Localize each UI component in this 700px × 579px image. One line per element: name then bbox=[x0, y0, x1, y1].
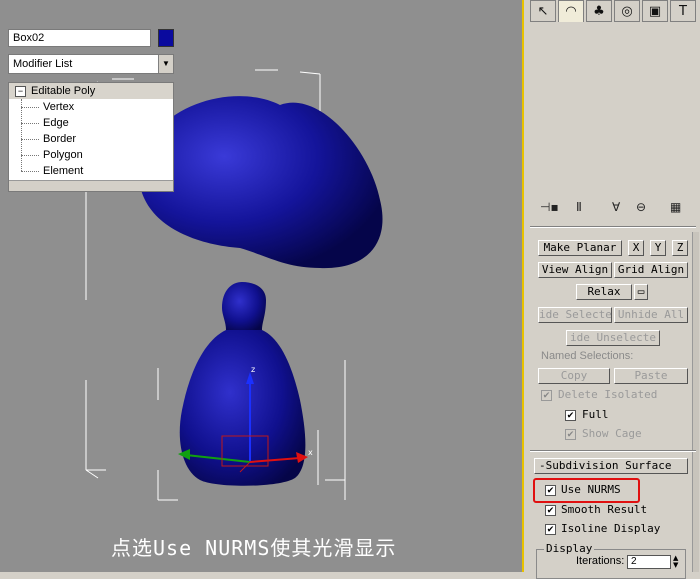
full-label: Full bbox=[582, 408, 609, 421]
create-icon[interactable]: ↖ bbox=[530, 0, 556, 22]
stack-subobject-vertex[interactable]: Vertex bbox=[9, 99, 173, 115]
unhide-all-button[interactable]: Unhide All bbox=[614, 307, 688, 323]
delete-isolated-label: Delete Isolated bbox=[558, 388, 658, 401]
tutorial-caption: 点选Use NURMS使其光滑显示 bbox=[111, 536, 397, 560]
subobject-label: Vertex bbox=[43, 101, 75, 113]
modifier-stack[interactable]: − Editable Poly Vertex Edge Border Polyg… bbox=[8, 82, 174, 192]
gizmo-x-label: x bbox=[308, 448, 313, 457]
iterations-label: Iterations: bbox=[576, 555, 625, 567]
body-mesh[interactable] bbox=[179, 330, 306, 486]
use-nurms-highlight bbox=[533, 478, 640, 503]
motion-icon[interactable]: ◎ bbox=[614, 0, 640, 22]
stack-subobject-border[interactable]: Border bbox=[9, 131, 173, 147]
hierarchy-icon[interactable]: ♣ bbox=[586, 0, 612, 22]
subdivision-surface-title: Subdivision Surface bbox=[545, 459, 672, 472]
make-unique-icon[interactable]: ∀ bbox=[612, 200, 620, 214]
object-name-field[interactable]: Box02 bbox=[8, 29, 151, 47]
smooth-result-label: Smooth Result bbox=[561, 503, 648, 516]
named-selections-label: Named Selections: bbox=[541, 350, 634, 362]
spinner-arrows-icon[interactable]: ▲ ▼ bbox=[673, 555, 681, 569]
planar-z-button[interactable]: Z bbox=[672, 240, 688, 256]
stack-subobject-polygon[interactable]: Polygon bbox=[9, 147, 173, 163]
show-cage-label: Show Cage bbox=[582, 427, 642, 440]
show-end-result-icon[interactable]: Ⅱ bbox=[576, 200, 582, 214]
object-color-swatch[interactable] bbox=[158, 29, 174, 47]
gizmo-z-label: z bbox=[251, 365, 256, 374]
stack-subobject-edge[interactable]: Edge bbox=[9, 115, 173, 131]
full-checkbox[interactable]: ✔ bbox=[565, 410, 576, 421]
command-panel-tabs: ↖ ◠ ♣ ◎ ▣ T bbox=[530, 0, 696, 24]
panel-scrollbar[interactable] bbox=[692, 232, 699, 572]
subobject-label: Border bbox=[43, 133, 77, 145]
divider bbox=[530, 450, 696, 452]
rollout-collapse-icon: - bbox=[539, 459, 546, 472]
chevron-down-icon[interactable]: ▼ bbox=[158, 55, 173, 73]
planar-x-button[interactable]: X bbox=[628, 240, 644, 256]
stack-item-label: Editable Poly bbox=[31, 85, 96, 97]
smooth-result-checkbox[interactable]: ✔ bbox=[545, 505, 556, 516]
collapse-icon[interactable]: − bbox=[15, 86, 26, 97]
stack-item-editable-poly[interactable]: − Editable Poly bbox=[9, 83, 173, 99]
hide-unselected-button[interactable]: ide Unselecte bbox=[566, 330, 660, 346]
subdivision-surface-rollout-header[interactable]: -Subdivision Surface bbox=[534, 458, 688, 474]
iterations-spinner[interactable]: 2 bbox=[627, 555, 671, 569]
pin-stack-icon[interactable]: ⊣▪ bbox=[540, 200, 559, 214]
display-icon[interactable]: ▣ bbox=[642, 0, 668, 22]
display-group-label: Display bbox=[544, 542, 595, 555]
paste-button[interactable]: Paste bbox=[614, 368, 688, 384]
modifier-list-label: Modifier List bbox=[13, 58, 73, 70]
relax-button[interactable]: Relax bbox=[576, 284, 632, 300]
iterations-value: 2 bbox=[631, 556, 637, 567]
relax-settings-icon[interactable]: ▭ bbox=[634, 284, 648, 300]
isoline-display-label: Isoline Display bbox=[561, 522, 661, 535]
divider bbox=[530, 226, 696, 228]
subobject-label: Edge bbox=[43, 117, 69, 129]
planar-y-button[interactable]: Y bbox=[650, 240, 666, 256]
utilities-icon[interactable]: T bbox=[670, 0, 696, 22]
stack-scrollbar[interactable] bbox=[9, 180, 173, 191]
modify-icon[interactable]: ◠ bbox=[558, 0, 584, 22]
modifier-list-dropdown[interactable]: Modifier List ▼ bbox=[8, 54, 174, 74]
isoline-display-checkbox[interactable]: ✔ bbox=[545, 524, 556, 535]
copy-button[interactable]: Copy bbox=[538, 368, 610, 384]
remove-modifier-icon[interactable]: ⊖ bbox=[636, 200, 646, 214]
subobject-label: Polygon bbox=[43, 149, 83, 161]
neck-mesh[interactable] bbox=[222, 282, 266, 330]
show-cage-checkbox[interactable]: ✔ bbox=[565, 429, 576, 440]
stack-subobject-element[interactable]: Element bbox=[9, 163, 173, 179]
delete-isolated-checkbox[interactable]: ✔ bbox=[541, 390, 552, 401]
hide-selected-button[interactable]: ide Selecte bbox=[538, 307, 612, 323]
make-planar-button[interactable]: Make Planar bbox=[538, 240, 622, 256]
grid-align-button[interactable]: Grid Align bbox=[614, 262, 688, 278]
stack-toolbar: ⊣▪ Ⅱ ∀ ⊖ ▦ bbox=[540, 200, 700, 220]
view-align-button[interactable]: View Align bbox=[538, 262, 612, 278]
head-mesh[interactable] bbox=[138, 96, 383, 269]
subobject-label: Element bbox=[43, 165, 84, 177]
configure-modifier-sets-icon[interactable]: ▦ bbox=[670, 200, 681, 214]
